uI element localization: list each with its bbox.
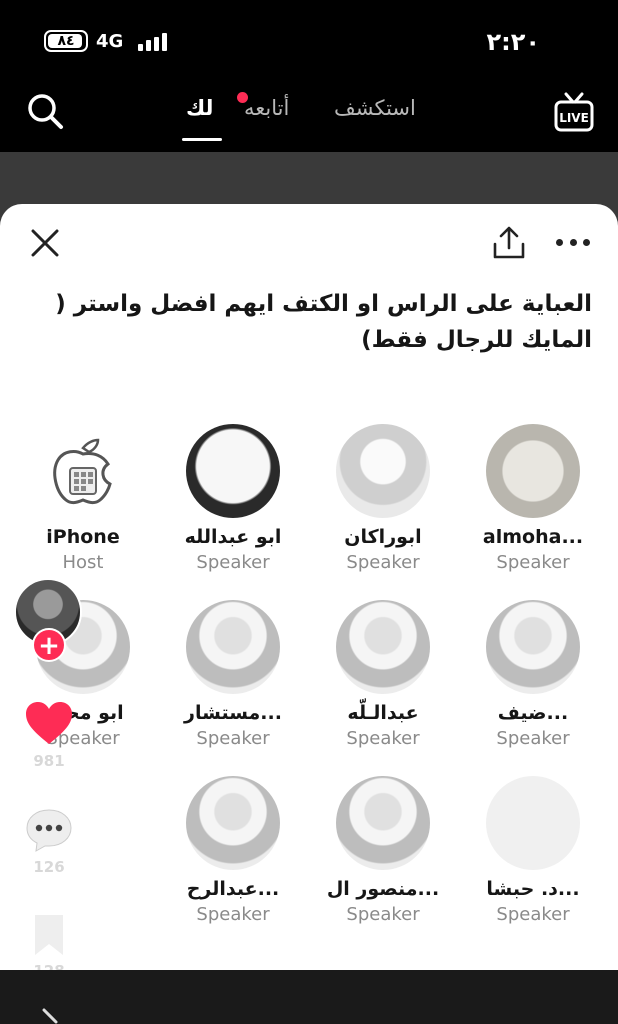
member-avatar[interactable]	[36, 424, 130, 518]
member-role: Host	[62, 552, 104, 573]
member-avatar[interactable]	[486, 424, 580, 518]
member-avatar[interactable]	[186, 424, 280, 518]
tab-for-you[interactable]: لك	[186, 96, 213, 120]
bottom-bar	[0, 970, 618, 1024]
tab-following[interactable]: أتابعه	[244, 96, 289, 120]
member-role: Speaker	[496, 552, 570, 573]
member-name: ابو عبدالله	[184, 526, 282, 548]
member-role: Speaker	[346, 904, 420, 925]
close-icon[interactable]	[28, 226, 62, 260]
member-name: منصور ال...	[326, 878, 440, 900]
member-role: Speaker	[346, 728, 420, 749]
member-card[interactable]: ضيف... Speaker	[458, 600, 608, 749]
member-avatar[interactable]	[336, 776, 430, 870]
signal-icon	[138, 33, 167, 51]
member-name: iPhone	[46, 526, 120, 548]
member-name: د. حبشا...	[486, 878, 580, 900]
member-avatar[interactable]	[186, 776, 280, 870]
battery-level: ٨٤	[57, 33, 75, 49]
play-icon[interactable]	[40, 1008, 60, 1024]
member-name: عبدالـلّه	[347, 702, 419, 724]
member-avatar[interactable]	[336, 600, 430, 694]
member-card[interactable]: ابو عبدالله Speaker	[158, 424, 308, 573]
member-card[interactable]: almoha... Speaker	[458, 424, 608, 573]
network-type: 4G	[96, 31, 124, 52]
member-role: Speaker	[496, 904, 570, 925]
member-avatar[interactable]	[486, 600, 580, 694]
clock: ٢:٢٠	[486, 28, 540, 56]
tab-explore[interactable]: استكشف	[334, 96, 416, 120]
battery-icon: ٨٤	[44, 30, 88, 52]
member-role: Speaker	[196, 904, 270, 925]
member-role: Speaker	[196, 728, 270, 749]
comment-icon[interactable]	[24, 806, 74, 854]
member-card[interactable]: د. حبشا... Speaker	[458, 776, 608, 925]
member-avatar[interactable]	[486, 776, 580, 870]
member-name: مستشار...	[184, 702, 282, 724]
apple-icon	[53, 438, 112, 505]
member-avatar[interactable]	[336, 424, 430, 518]
live-icon[interactable]: LIVE	[554, 90, 594, 134]
comment-count: 126	[33, 858, 65, 876]
share-icon[interactable]	[490, 224, 528, 262]
status-bar: ٨٤ 4G ٢:٢٠	[0, 0, 618, 80]
member-name: ضيف...	[497, 702, 569, 724]
member-card[interactable]: عبدالرح... Speaker	[158, 776, 308, 925]
member-card[interactable]: ابوراكان Speaker	[308, 424, 458, 573]
member-card[interactable]: عبدالـلّه Speaker	[308, 600, 458, 749]
more-options-icon[interactable]	[556, 232, 590, 252]
member-card[interactable]: منصور ال... Speaker	[308, 776, 458, 925]
member-card[interactable]: iPhone Host	[8, 424, 158, 573]
search-icon[interactable]	[24, 90, 68, 134]
live-label: LIVE	[559, 111, 589, 125]
member-name: almoha...	[482, 526, 584, 548]
member-role: Speaker	[196, 552, 270, 573]
follow-button[interactable]: +	[32, 628, 66, 662]
top-nav: لك أتابعه استكشف LIVE	[0, 80, 618, 152]
room-title: العباية على الراس او الكتف ايهم افضل واس…	[55, 291, 592, 353]
bookmark-icon[interactable]	[30, 912, 68, 958]
room-sheet: العباية على الراس او الكتف ايهم افضل واس…	[0, 204, 618, 970]
member-name: ابوراكان	[344, 526, 422, 548]
member-role: Speaker	[346, 552, 420, 573]
like-count: 981	[33, 752, 65, 770]
active-tab-indicator	[182, 138, 222, 141]
member-role: Speaker	[496, 728, 570, 749]
member-avatar[interactable]	[186, 600, 280, 694]
member-card[interactable]: مستشار... Speaker	[158, 600, 308, 749]
heart-icon[interactable]	[24, 700, 74, 746]
member-name: عبدالرح...	[186, 878, 280, 900]
